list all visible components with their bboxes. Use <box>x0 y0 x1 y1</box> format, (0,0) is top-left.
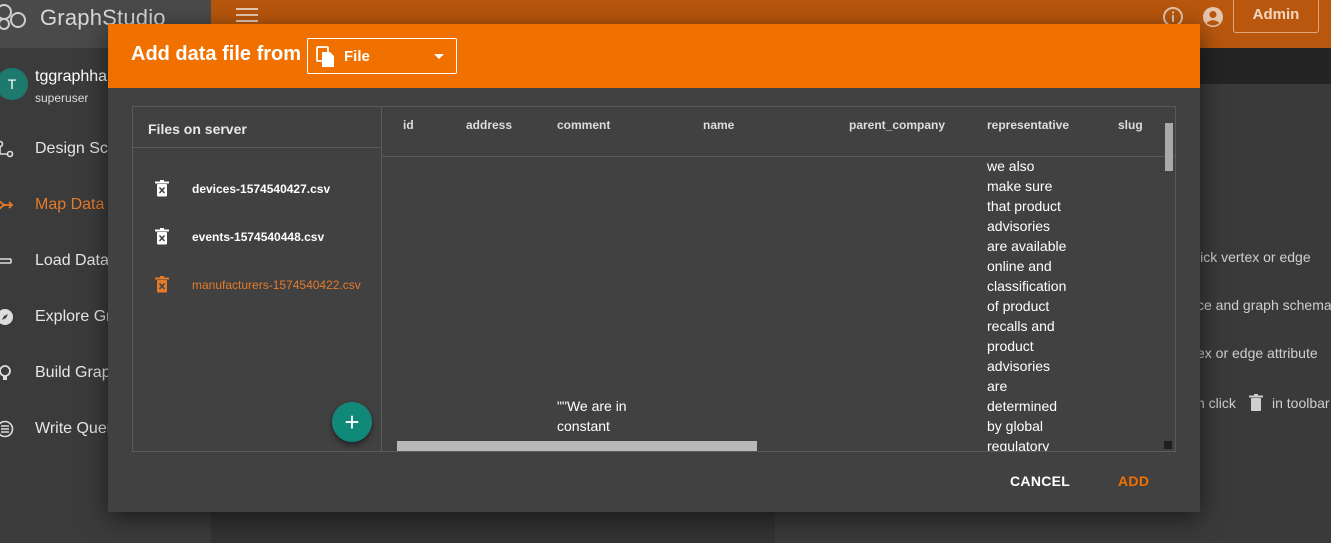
nav-label: Build Grap <box>35 364 111 381</box>
file-copy-icon <box>316 46 334 67</box>
nav-label: Explore Gr <box>35 308 112 325</box>
horizontal-scrollbar[interactable] <box>397 441 757 451</box>
graphstudio-logo-icon <box>0 4 26 30</box>
nav-label: Design Sch <box>35 140 117 157</box>
delete-file-icon[interactable] <box>155 180 169 197</box>
hint-text: n click <box>1197 395 1236 411</box>
nav-label: Load Data <box>35 252 109 269</box>
files-panel: Files on server devices-1574540427.csv e… <box>132 106 382 452</box>
admin-button[interactable]: Admin <box>1233 0 1319 33</box>
hint-text: ex or edge attribute <box>1197 345 1318 361</box>
add-file-button[interactable]: + <box>332 402 372 442</box>
column-header: comment <box>557 118 611 132</box>
column-header: address <box>466 118 513 132</box>
add-data-file-dialog: Add data file from File Files on server … <box>108 24 1200 512</box>
dialog-title: Add data file from <box>131 43 302 65</box>
file-name: manufacturers-1574540422.csv <box>192 278 361 292</box>
load-data-icon <box>0 258 12 264</box>
menu-icon[interactable] <box>236 8 258 24</box>
column-header: parent_company <box>849 118 946 132</box>
add-button[interactable]: ADD <box>1118 473 1149 489</box>
divider <box>133 147 381 148</box>
delete-file-icon[interactable] <box>155 228 169 245</box>
source-select[interactable]: File <box>307 38 457 74</box>
hint-text: ce and graph schema <box>1197 297 1331 313</box>
file-name: events-1574540448.csv <box>192 230 325 244</box>
column-header: id <box>403 118 414 132</box>
trash-icon <box>1249 394 1263 411</box>
hint-text: in toolbar <box>1272 395 1330 411</box>
file-preview-table[interactable]: id address comment name parent_company r… <box>382 106 1176 452</box>
column-header: name <box>703 118 735 132</box>
cancel-button[interactable]: CANCEL <box>1010 473 1070 489</box>
file-item-selected[interactable]: manufacturers-1574540422.csv <box>133 264 381 304</box>
map-data-icon <box>0 200 14 210</box>
lightbulb-icon <box>0 365 11 380</box>
user-name: tggraphha <box>35 68 108 85</box>
column-header: slug <box>1118 118 1143 132</box>
files-panel-title: Files on server <box>148 121 247 137</box>
chevron-down-icon <box>434 54 444 59</box>
query-icon <box>0 420 14 438</box>
file-item[interactable]: events-1574540448.csv <box>133 216 381 256</box>
delete-file-icon[interactable] <box>155 276 169 293</box>
plus-icon: + <box>344 407 360 437</box>
avatar: T <box>0 68 28 100</box>
account-icon[interactable] <box>1202 6 1224 28</box>
user-role: superuser <box>35 91 89 105</box>
compass-icon <box>0 309 13 325</box>
representative-cell: we also make sure that product advisorie… <box>987 158 1067 452</box>
hint-text: lick vertex or edge <box>1197 249 1311 265</box>
nav-label: Write Quer <box>35 420 113 437</box>
vertical-scrollbar[interactable] <box>1165 123 1173 171</box>
file-name: devices-1574540427.csv <box>192 182 331 196</box>
schema-icon <box>0 140 14 158</box>
scrollbar-corner <box>1164 441 1172 449</box>
nav-label: Map Data <box>35 196 105 213</box>
column-header: representative <box>987 118 1070 132</box>
file-item[interactable]: devices-1574540427.csv <box>133 168 381 208</box>
source-select-value: File <box>344 48 370 65</box>
dialog-header: Add data file from File <box>108 24 1200 88</box>
